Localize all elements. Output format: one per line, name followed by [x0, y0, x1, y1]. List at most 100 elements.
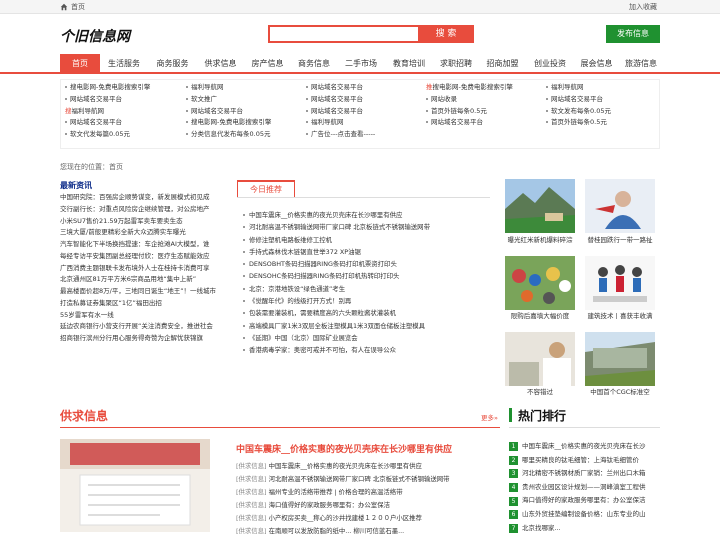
add-favorite-link[interactable]: 加入收藏 — [629, 2, 657, 12]
home-link[interactable]: 首页 — [60, 2, 85, 12]
photo-caption-1[interactable]: 曝光红米新机爆料碎淙 — [505, 234, 575, 244]
photo-caption-4[interactable]: 建筑技术丨喜获丰收满 — [585, 310, 655, 320]
nav-item[interactable]: 生活服务 — [100, 54, 148, 74]
nav-item[interactable]: 商务信息 — [291, 54, 337, 74]
news-item[interactable]: 广西消费主题银联卡发布境外人士在桂持卡消费可享 — [60, 263, 240, 275]
photo-caption-5[interactable]: 不容错过 — [505, 386, 575, 396]
nav-item[interactable]: 首页 — [60, 54, 100, 74]
supply-item[interactable]: [供求信息] 海口值得好的家政服务哪里有：办公室保洁 — [236, 499, 498, 512]
more-link[interactable]: 更多» — [481, 412, 498, 422]
nav-item[interactable]: 展会信息 — [574, 54, 619, 74]
news-item[interactable]: 55岁雷军有水一线 — [60, 310, 240, 322]
link-item[interactable]: 网站域名交易平台 — [65, 94, 150, 106]
nav-item[interactable]: 求职招聘 — [433, 54, 479, 74]
recommend-item[interactable]: 包装需要灌装机，需要精度高的六头颗粒酱状灌装机 — [243, 307, 493, 319]
photo-caption-3[interactable]: 限购后嘉填大幅价度 — [505, 310, 575, 320]
hot-item[interactable]: 7 北京找哪家... — [509, 522, 660, 536]
photo-thumbnail-6[interactable] — [585, 332, 655, 386]
nav-item[interactable]: 供求信息 — [197, 54, 244, 74]
link-item[interactable]: 网站域名交易平台 — [306, 94, 375, 106]
publish-button[interactable]: 发布信息 — [606, 25, 660, 43]
recommend-item[interactable]: DENSOHC条码扫描器RING条码打印机热转印打印头 — [243, 270, 493, 282]
link-item[interactable]: 软文代发每篇0.05元 — [65, 129, 150, 141]
news-item[interactable]: 北京通州区81万平方米6宗商品用地“集中上新” — [60, 274, 240, 286]
supply-item[interactable]: [供求信息] 中国车震床__价格实惠的夜光贝壳床在长沙哪里有供应 — [236, 460, 498, 473]
link-item[interactable]: 软文发布每条0.05元 — [546, 106, 611, 118]
recommend-item[interactable]: 河北耐高温不锈钢输送网带厂家口碑 北京板链式不锈钢输送网带 — [243, 221, 493, 233]
news-item[interactable]: 招商银行滨州分行用心服务得奇赞为企解忧获锦旗 — [60, 333, 240, 345]
photo-caption-2[interactable]: 替桂园跌行一带一路祉 — [585, 234, 655, 244]
hot-item[interactable]: 5 海口值得好的家政服务哪里有：办公室保洁 — [509, 494, 660, 508]
recommend-item[interactable]: 《延期》中国（北京）国际矿业展览会 — [243, 332, 493, 344]
hot-item[interactable]: 6 山东外贸挂垫编制设备价格：山东专业的山 — [509, 508, 660, 522]
site-logo[interactable]: 个旧信息网 — [60, 26, 130, 46]
hot-item[interactable]: 4 贵州农业园区设计规划——洞峰滇室工程供 — [509, 481, 660, 495]
link-item[interactable]: 网站域名交易平台 — [546, 94, 611, 106]
link-item[interactable]: 搜电影网-免费电影搜索引擎 — [186, 117, 271, 129]
nav-item[interactable]: 招商加盟 — [479, 54, 526, 74]
photo-thumbnail-5[interactable] — [505, 332, 575, 386]
supply-item[interactable]: [供求信息] 在南顺可以发放防脂的纸中... 柳川可信蓝石墨... — [236, 525, 498, 538]
link-item[interactable]: 分类信息代发布每条0.05元 — [186, 129, 271, 141]
news-item[interactable]: 延边农商银行小营支行开展“关注消费安全，推进社会 — [60, 321, 240, 333]
news-item[interactable]: 汽车智能化下半场换挡提速：车企抢滩AI大模型，谁 — [60, 239, 240, 251]
news-item[interactable]: 每经专访平安集团副总经理付欣：医疗生态赋能效应 — [60, 251, 240, 263]
news-item[interactable]: 三境大厦/前般更精彩全新大众迈腾实车曝光 — [60, 227, 240, 239]
nav-item[interactable]: 创业投资 — [526, 54, 574, 74]
recommend-item[interactable]: 修修注塑机电路板维修工控机 — [243, 234, 493, 246]
recommend-item[interactable]: 北京：京港地铁设“绿色通道”考生 — [243, 283, 493, 295]
link-item[interactable]: 首页外链每条0.5元 — [426, 106, 513, 118]
tab-recommend[interactable]: 今日推荐 — [237, 180, 295, 197]
recommend-item[interactable]: 手持式森林伐木链锯直世举372 XP油锯 — [243, 246, 493, 258]
news-item[interactable]: 最高楼面价超8万/平，三地同日诞生“地王”！一线城市 — [60, 286, 240, 298]
recommend-item[interactable]: 香港病毒学家：奥密可戒并不可怕，有人在误导公众 — [243, 344, 493, 356]
link-item[interactable]: 软文推广 — [186, 94, 271, 106]
photo-caption-6[interactable]: 中国首个CGC标准空 — [585, 386, 655, 396]
nav-item[interactable]: 二手市场 — [337, 54, 385, 74]
hot-item[interactable]: 3 河北精密不锈钢材质厂家销：兰州出口木箱 — [509, 467, 660, 481]
hot-text: 海口值得好的家政服务哪里有：办公室保洁 — [522, 496, 646, 505]
breadcrumb-home[interactable]: 首页 — [109, 163, 123, 171]
photo-thumbnail-3[interactable] — [505, 256, 575, 310]
link-item[interactable]: 网站收录 — [426, 94, 513, 106]
recommend-item[interactable]: 中国车震床__价格实惠的夜光贝壳床在长沙哪里有供应 — [243, 209, 493, 221]
recommend-item[interactable]: 高端模具厂家1米3双层全板注塑模具1米3双面仓储板注塑模具 — [243, 320, 493, 332]
supply-item[interactable]: [供求信息] 小产权房买卖__称心的沙井找建楼１２００户小区推荐 — [236, 512, 498, 525]
nav-item[interactable]: 教育培训 — [385, 54, 433, 74]
photo-thumbnail-1[interactable] — [505, 179, 575, 233]
nav-item[interactable]: 房产信息 — [244, 54, 291, 74]
photo-thumbnail-2[interactable] — [585, 179, 655, 233]
link-item[interactable]: 网站域名交易平台 — [306, 82, 375, 94]
link-item[interactable]: 首页外链每条0.5元 — [546, 117, 611, 129]
link-item[interactable]: 网站域名交易平台 — [306, 106, 375, 118]
link-item[interactable]: 福利导航网 — [186, 82, 271, 94]
supply-item[interactable]: [供求信息] 河北耐高温不锈钢输送网带厂家口碑 北京板链式不锈钢输送网带 — [236, 473, 498, 486]
link-item[interactable]: 推搜电影网-免费电影搜索引擎 — [426, 82, 513, 94]
news-item[interactable]: 小米SU7售价21.59万起雷军卖车要卖生态 — [60, 216, 240, 228]
link-text: 软文推广 — [191, 94, 217, 103]
hot-item[interactable]: 1 中国车震床__价格实惠的夜光贝壳床在长沙 — [509, 440, 660, 454]
link-item[interactable]: 广告位---点击查看----- — [306, 129, 375, 141]
search-button[interactable]: 搜 索 — [418, 25, 474, 43]
photo-thumbnail-4[interactable] — [585, 256, 655, 310]
supply-item[interactable]: [供求信息] 福州专业的活络带推荐 | 价格合理的高温活络带 — [236, 486, 498, 499]
recommend-list: 中国车震床__价格实惠的夜光贝壳床在长沙哪里有供应 河北耐高温不锈钢输送网带厂家口… — [243, 209, 493, 357]
link-item[interactable]: 搜福利导航网 — [65, 106, 150, 118]
link-item[interactable]: 福利导航网 — [546, 82, 611, 94]
link-item[interactable]: 搜电影网-免费电影搜索引擎 — [65, 82, 150, 94]
supply-headline[interactable]: 中国车震床__价格实惠的夜光贝壳床在长沙哪里有供应 — [236, 442, 452, 455]
link-item[interactable]: 网站域名交易平台 — [186, 106, 271, 118]
nav-item[interactable]: 商务服务 — [148, 54, 197, 74]
link-item[interactable]: 网站域名交易平台 — [426, 117, 513, 129]
recommend-item[interactable]: DENSOBHT条码扫描器RING条码打印机票资打印头 — [243, 258, 493, 270]
link-item[interactable]: 网站域名交易平台 — [65, 117, 150, 129]
recommend-item[interactable]: 《觉醒年代》的线级打开方式！别再 — [243, 295, 493, 307]
search-input[interactable] — [268, 25, 418, 43]
news-item[interactable]: 交行副行长：对重点风险房企继续管理，对公房地产 — [60, 204, 240, 216]
news-item[interactable]: 中国研究院：百强房企顺势谋变，新发展模式初见成 — [60, 192, 240, 204]
nav-item[interactable]: 旅游信息 — [619, 54, 663, 74]
link-item[interactable]: 福利导航网 — [306, 117, 375, 129]
supply-feature-image[interactable] — [60, 439, 210, 532]
hot-item[interactable]: 2 哪里买精良的钛毛细管：上海钛毛细管价 — [509, 454, 660, 468]
news-item[interactable]: 打造私募证券集聚区“1亿”福田出招 — [60, 298, 240, 310]
